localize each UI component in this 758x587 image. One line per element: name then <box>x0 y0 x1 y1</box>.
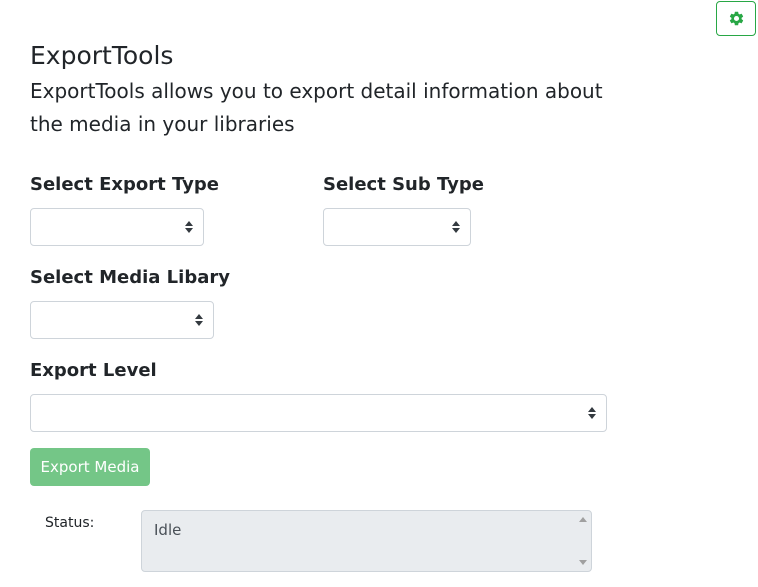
select-arrows-icon <box>452 221 460 233</box>
select-arrows-icon <box>588 407 596 419</box>
export-media-button[interactable]: Export Media <box>30 448 150 486</box>
page-description: ExportTools allows you to export detail … <box>30 79 603 136</box>
select-arrows-icon <box>195 314 203 326</box>
sub-type-label: Select Sub Type <box>323 174 484 195</box>
status-textarea[interactable]: Idle <box>141 510 592 572</box>
status-label: Status: <box>45 515 95 531</box>
page-title: ExportTools <box>30 41 174 70</box>
export-tools-page: ExportTools ExportTools allows you to ex… <box>0 0 758 587</box>
gear-icon <box>728 10 745 27</box>
media-library-select[interactable] <box>30 301 214 339</box>
export-level-label: Export Level <box>30 360 157 381</box>
status-value: Idle <box>154 521 182 539</box>
status-scrollbar[interactable] <box>574 511 591 571</box>
export-type-label: Select Export Type <box>30 174 219 195</box>
export-type-select[interactable] <box>30 208 204 246</box>
scroll-up-arrow-icon[interactable] <box>579 517 587 522</box>
select-arrows-icon <box>185 221 193 233</box>
export-level-select[interactable] <box>30 394 607 432</box>
settings-button[interactable] <box>716 1 756 36</box>
scroll-down-arrow-icon[interactable] <box>579 560 587 565</box>
sub-type-select[interactable] <box>323 208 471 246</box>
media-library-label: Select Media Libary <box>30 267 230 288</box>
